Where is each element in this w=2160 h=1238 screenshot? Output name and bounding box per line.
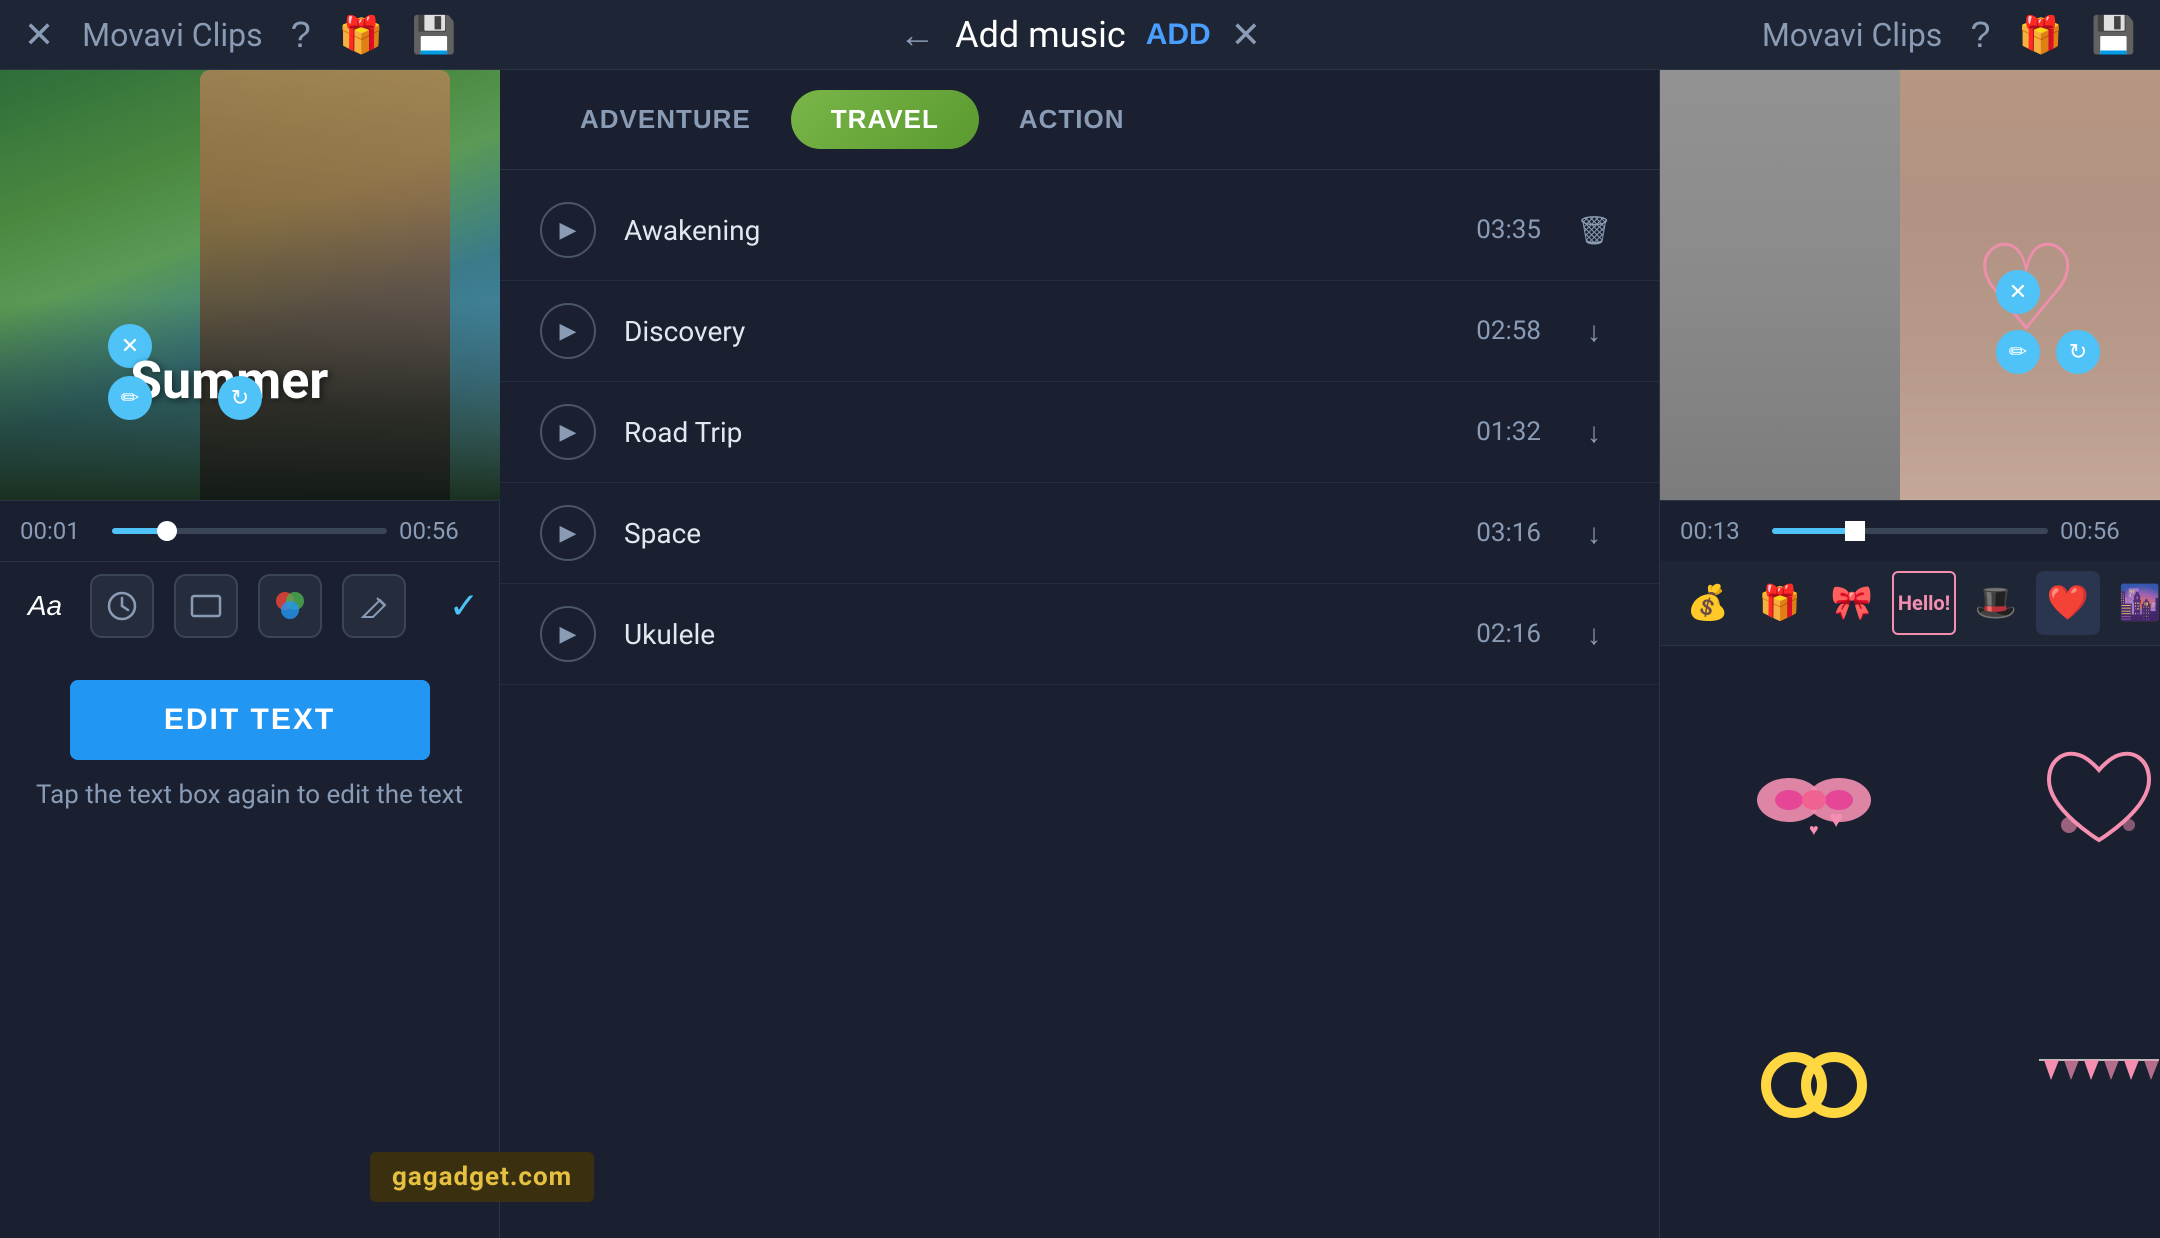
- play-awakening-button[interactable]: ▶: [540, 202, 596, 258]
- category-action[interactable]: ACTION: [979, 90, 1165, 149]
- left-timeline-track[interactable]: [112, 528, 387, 534]
- sticker-bar-gift[interactable]: 🎁: [1748, 571, 1812, 635]
- text-rotate-button[interactable]: ↻: [218, 376, 262, 420]
- watermark: gagadget.com: [370, 1152, 594, 1202]
- frame-icon-button[interactable]: [174, 574, 238, 638]
- sticker-banner[interactable]: [1961, 947, 2160, 1222]
- play-space-button[interactable]: ▶: [540, 505, 596, 561]
- right-gift-button[interactable]: 🎁: [2018, 14, 2063, 56]
- track-download-ukulele[interactable]: ↓: [1569, 618, 1619, 651]
- back-button[interactable]: ←: [899, 14, 935, 56]
- track-name-road-trip: Road Trip: [624, 416, 1423, 449]
- sticker-bar-bow2[interactable]: 🎀: [1820, 571, 1884, 635]
- track-download-discovery[interactable]: ↓: [1569, 315, 1619, 348]
- track-duration-discovery: 02:58: [1451, 316, 1541, 346]
- music-track-ukulele[interactable]: ▶ Ukulele 02:16 ↓: [500, 584, 1659, 685]
- sticker-grid: ♥ ♥: [1660, 646, 2160, 1238]
- pen-icon-button[interactable]: [342, 574, 406, 638]
- main-content: ✕ Summer ✏ ↻ 00:01 00:56 Aa: [0, 70, 2160, 1238]
- font-button[interactable]: Aa: [20, 590, 70, 622]
- track-download-road-trip[interactable]: ↓: [1569, 416, 1619, 449]
- left-close-button[interactable]: ✕: [24, 14, 54, 56]
- sticker-bar-city[interactable]: 🌆: [2108, 571, 2160, 635]
- right-time-start: 00:13: [1680, 517, 1760, 545]
- sticker-bow[interactable]: ♥ ♥: [1676, 662, 1951, 937]
- left-time-start: 00:01: [20, 517, 100, 545]
- sticker-bar-hat[interactable]: 🎩: [1964, 571, 2028, 635]
- music-track-awakening[interactable]: ▶ Awakening 03:35 🗑: [500, 180, 1659, 281]
- edit-text-button[interactable]: EDIT TEXT: [70, 680, 430, 760]
- sticker-heart[interactable]: [1961, 662, 2160, 937]
- track-delete-awakening[interactable]: 🗑: [1569, 214, 1619, 247]
- music-track-road-trip[interactable]: ▶ Road Trip 01:32 ↓: [500, 382, 1659, 483]
- track-duration-road-trip: 01:32: [1451, 417, 1541, 447]
- track-name-ukulele: Ukulele: [624, 618, 1423, 651]
- right-app-title: Movavi Clips: [1762, 16, 1942, 54]
- tap-hint-text: Tap the text box again to edit the text: [36, 780, 463, 810]
- left-app-title: Movavi Clips: [82, 16, 262, 54]
- sticker-bar-dollar[interactable]: 💰: [1676, 571, 1740, 635]
- track-duration-awakening: 03:35: [1451, 215, 1541, 245]
- right-timeline-track[interactable]: [1772, 528, 2048, 534]
- video-background: [0, 70, 500, 500]
- track-name-awakening: Awakening: [624, 214, 1423, 247]
- left-timeline: 00:01 00:56: [0, 500, 499, 561]
- left-panel: ✕ Summer ✏ ↻ 00:01 00:56 Aa: [0, 70, 500, 1238]
- track-download-space[interactable]: ↓: [1569, 517, 1619, 550]
- right-sticker-close-button[interactable]: ✕: [1996, 270, 2040, 314]
- sticker-bar-heart[interactable]: ❤️: [2036, 571, 2100, 635]
- play-ukulele-button[interactable]: ▶: [540, 606, 596, 662]
- right-timeline: 00:13 00:56: [1660, 500, 2160, 561]
- toolbar-check-icon[interactable]: ✓: [449, 585, 479, 627]
- right-time-end: 00:56: [2060, 517, 2140, 545]
- right-timeline-thumb[interactable]: [1845, 521, 1865, 541]
- add-music-button[interactable]: ADD: [1146, 18, 1211, 52]
- left-time-end: 00:56: [399, 517, 479, 545]
- right-panel: ♡ ✕ ✏ ↻ 00:13 00:56 💰 🎁 🎀 Hello! 🎩: [1660, 70, 2160, 1238]
- left-help-button[interactable]: ?: [291, 14, 311, 56]
- right-save-button[interactable]: 💾: [2091, 14, 2136, 56]
- track-duration-ukulele: 02:16: [1451, 619, 1541, 649]
- music-track-space[interactable]: ▶ Space 03:16 ↓: [500, 483, 1659, 584]
- play-road-trip-button[interactable]: ▶: [540, 404, 596, 460]
- left-gift-button[interactable]: 🎁: [339, 14, 384, 56]
- track-name-space: Space: [624, 517, 1423, 550]
- sticker-panel: 💰 🎁 🎀 Hello! 🎩 ❤️ 🌆 🕶️ 👍 😊 ✓: [1660, 561, 2160, 1238]
- right-sticker-rotate-button[interactable]: ↻: [2056, 330, 2100, 374]
- left-timeline-thumb[interactable]: [157, 521, 177, 541]
- play-discovery-button[interactable]: ▶: [540, 303, 596, 359]
- sticker-bar-hello[interactable]: Hello!: [1892, 571, 1956, 635]
- track-duration-space: 03:16: [1451, 518, 1541, 548]
- category-adventure[interactable]: ADVENTURE: [540, 90, 791, 149]
- svg-text:♥: ♥: [1809, 820, 1819, 839]
- center-panel: ADVENTURE TRAVEL ACTION ▶ Awakening 03:3…: [500, 70, 1660, 1238]
- right-video-preview: ♡ ✕ ✏ ↻: [1660, 70, 2160, 500]
- left-toolbar: Aa: [0, 561, 499, 650]
- category-travel[interactable]: TRAVEL: [791, 90, 979, 149]
- svg-text:♥: ♥: [1829, 805, 1843, 833]
- sticker-rings2[interactable]: [1676, 947, 1951, 1222]
- music-track-discovery[interactable]: ▶ Discovery 02:58 ↓: [500, 281, 1659, 382]
- top-bar: ✕ Movavi Clips ? 🎁 💾 ← Add music ADD ✕ M…: [0, 0, 2160, 70]
- music-categories: ADVENTURE TRAVEL ACTION: [500, 70, 1659, 170]
- page-title: Add music: [955, 14, 1126, 56]
- colors-icon-button[interactable]: [258, 574, 322, 638]
- sticker-bar: 💰 🎁 🎀 Hello! 🎩 ❤️ 🌆 🕶️ 👍 😊 ✓: [1660, 561, 2160, 646]
- right-sticker-edit-button[interactable]: ✏: [1996, 330, 2040, 374]
- text-edit-button[interactable]: ✏: [108, 376, 152, 420]
- edit-text-section: EDIT TEXT Tap the text box again to edit…: [0, 650, 499, 840]
- music-list: ▶ Awakening 03:35 🗑 ▶ Discovery 02:58 ↓ …: [500, 170, 1659, 1238]
- clock-icon-button[interactable]: [90, 574, 154, 638]
- left-save-button[interactable]: 💾: [412, 14, 457, 56]
- left-video-preview: ✕ Summer ✏ ↻: [0, 70, 500, 500]
- track-name-discovery: Discovery: [624, 315, 1423, 348]
- center-close-button[interactable]: ✕: [1231, 14, 1261, 56]
- right-help-button[interactable]: ?: [1970, 14, 1990, 56]
